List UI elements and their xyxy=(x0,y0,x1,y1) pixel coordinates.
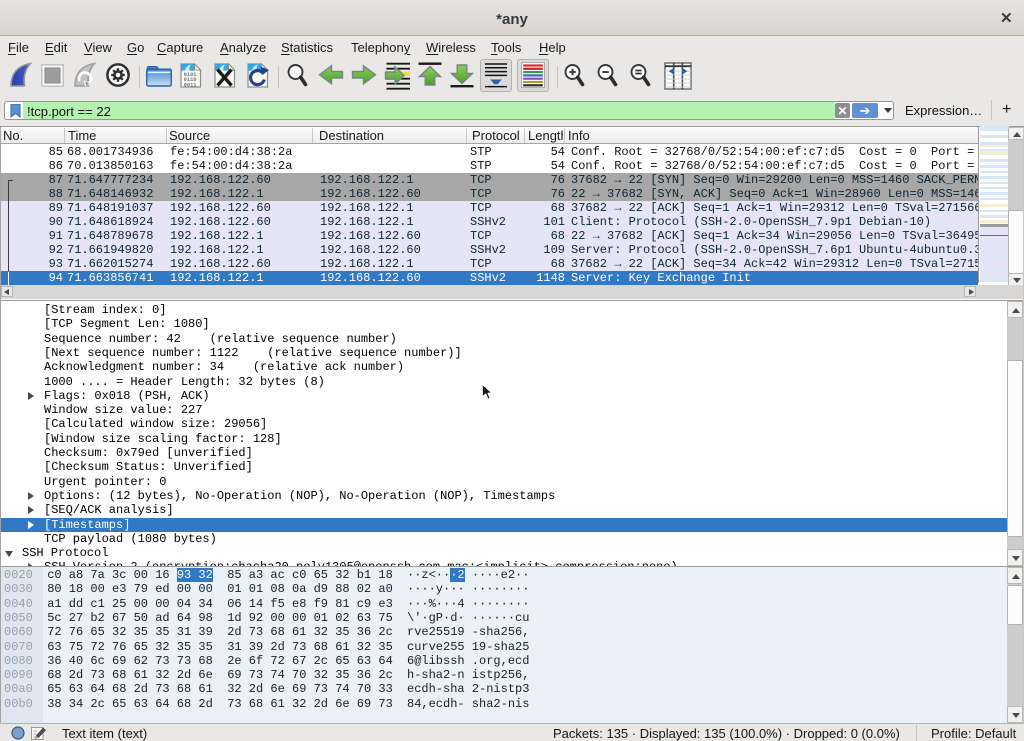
svg-text:0011: 0011 xyxy=(184,82,197,88)
